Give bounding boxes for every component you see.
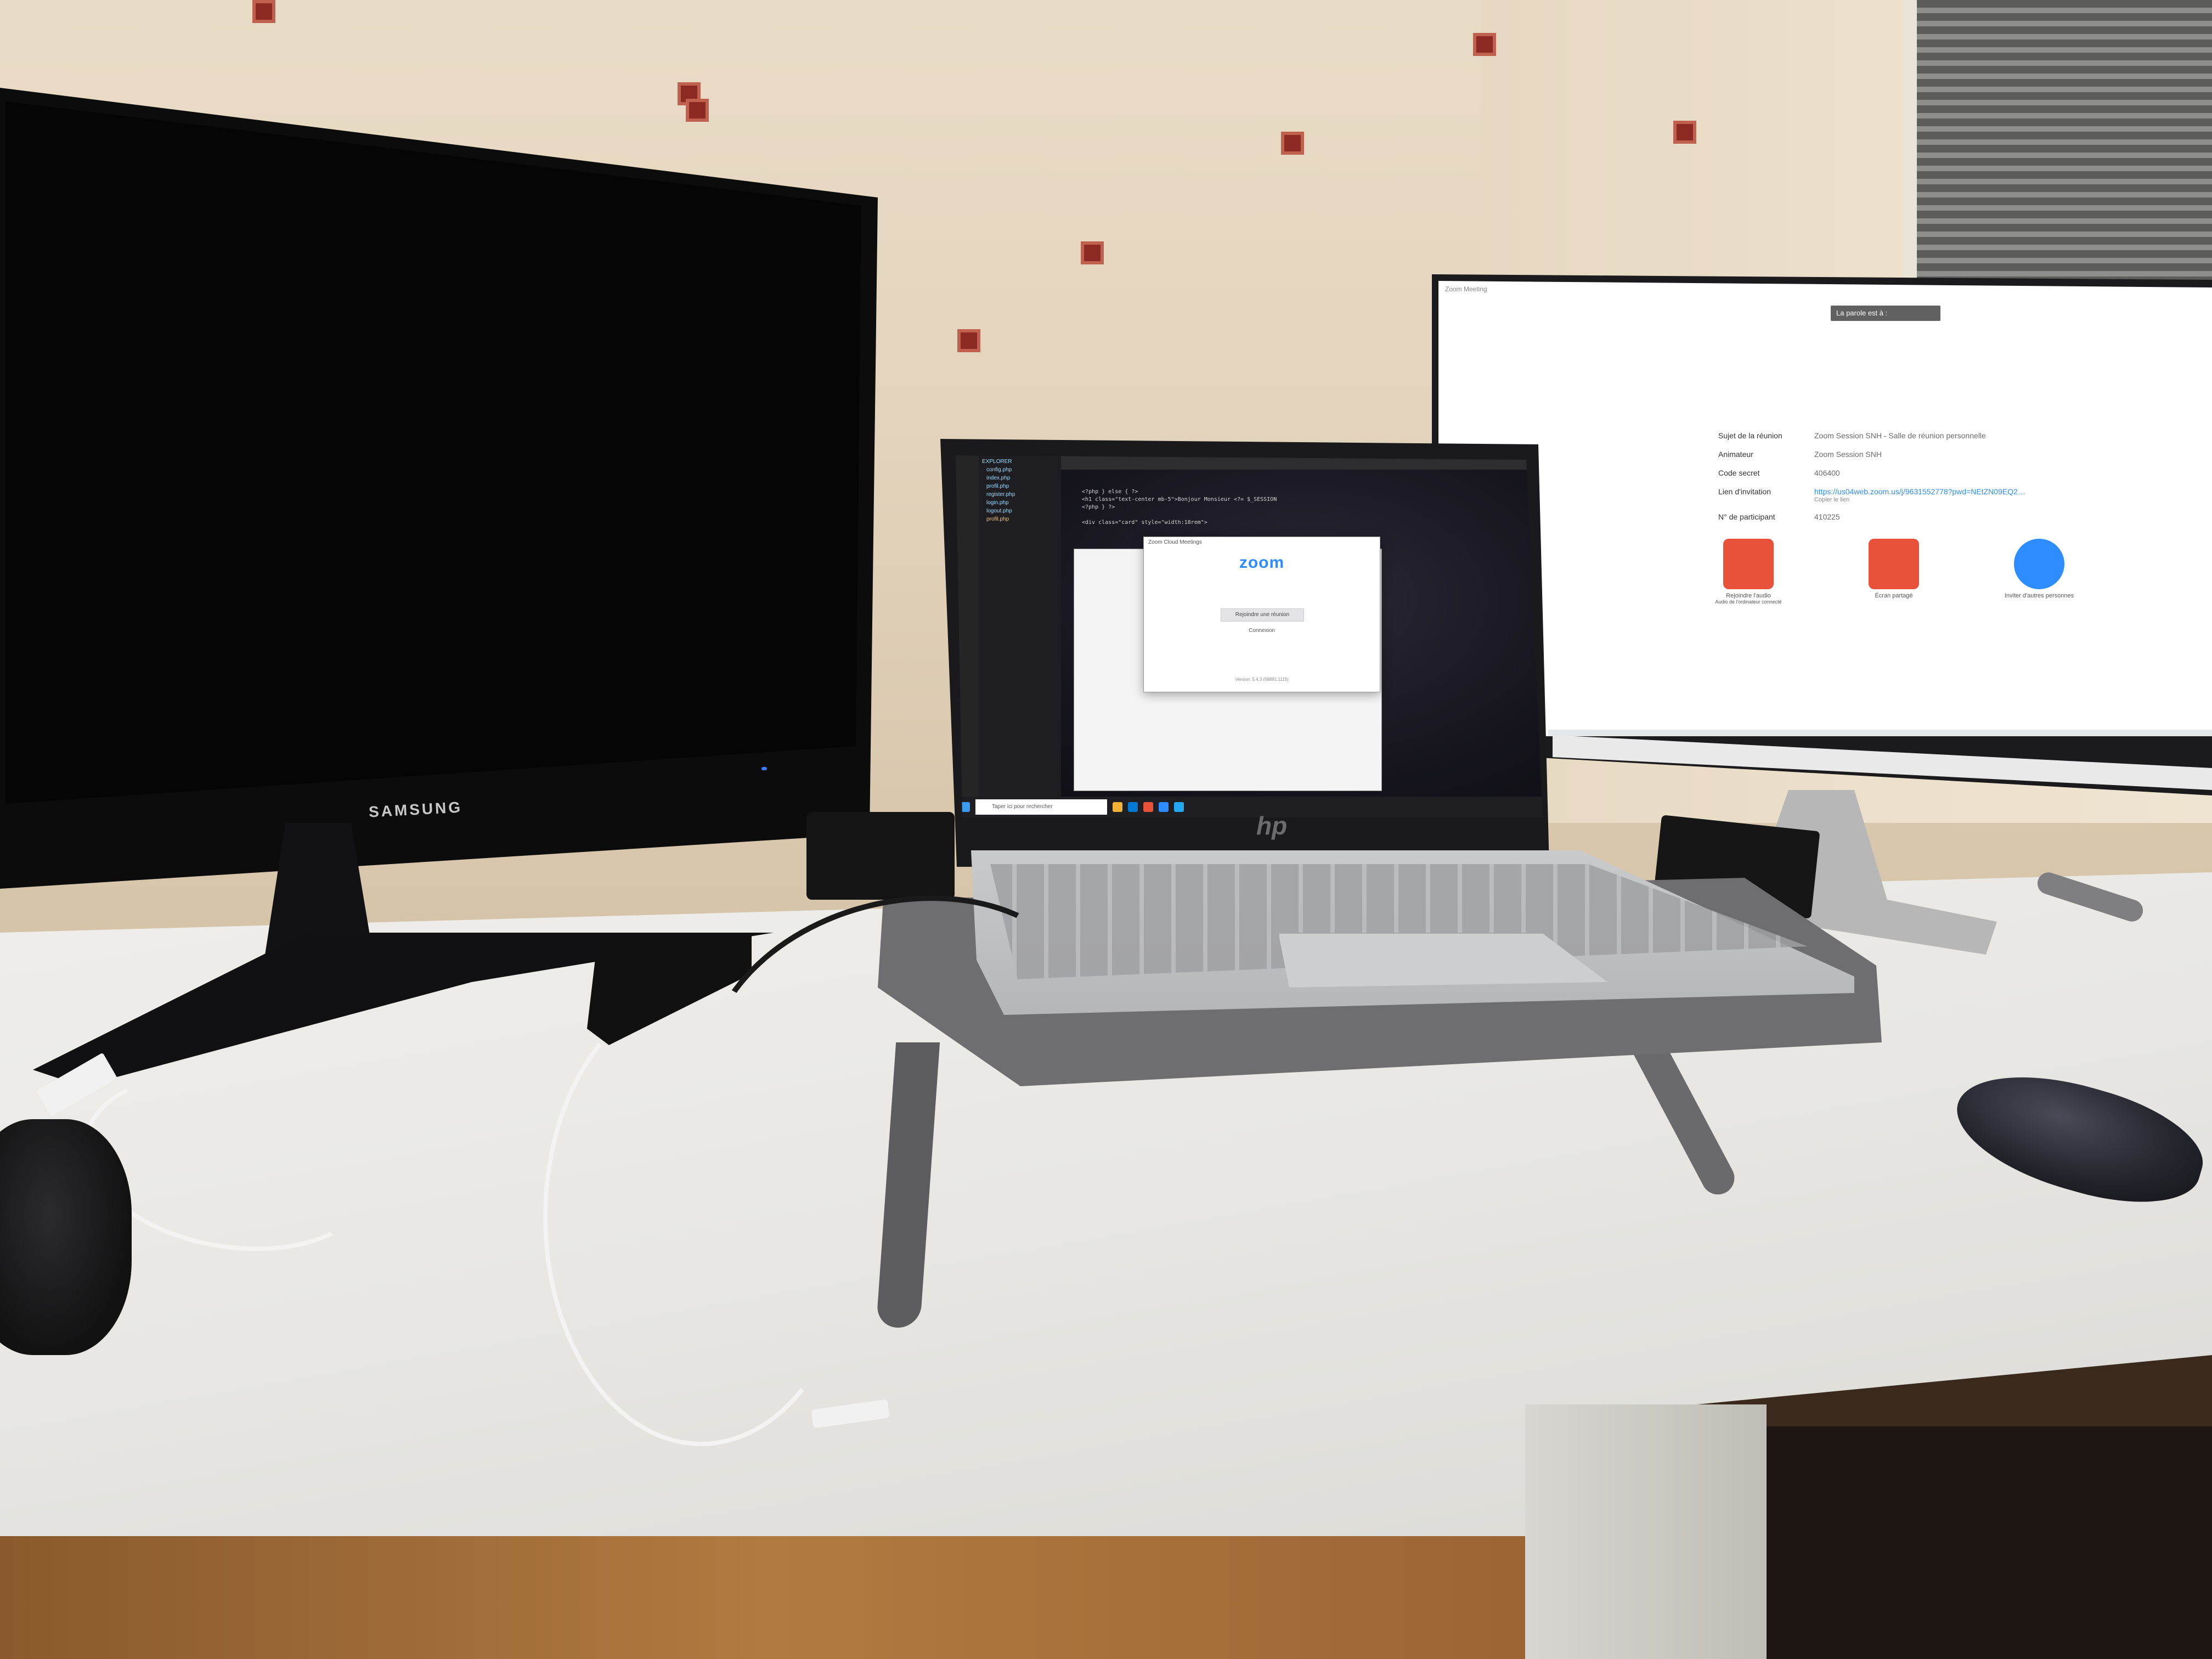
meeting-info-row: Sujet de la réunion Zoom Session SNH - S… [1718,426,2069,445]
headset-icon [1723,539,1774,589]
meeting-info-value: 410225 [1814,512,1840,521]
meeting-info-label: N° de participant [1718,512,1775,521]
vscode-file-explorer: EXPLORER config.php index.php profil.php… [979,455,1061,812]
join-audio-button[interactable]: Rejoindre l'audio Audio de l'ordinateur … [1702,539,1795,616]
tree-item[interactable]: register.php [979,489,1061,498]
sign-in-link[interactable]: Connexion [1144,628,1380,634]
meeting-info-value: 406400 [1814,469,1840,477]
copy-link-button[interactable]: Copier le lien [1814,496,2069,507]
zoom-window-title: Zoom Meeting [1445,285,1487,293]
samsung-monitor-screen-off [5,101,861,804]
wallpaper-motif [1281,132,1304,155]
taskbar-search-input[interactable]: Taper ici pour rechercher [975,799,1107,815]
tree-item[interactable]: profil.php [979,514,1061,522]
code-line: <?php } else { ?> [1082,489,1138,495]
meeting-info-label: Lien d'invitation [1718,487,1771,496]
invite-others-button[interactable]: Inviter d'autres personnes [1993,539,2086,616]
wallpaper-motif [1081,241,1104,264]
taskbar-app-icon[interactable] [1159,802,1169,812]
tree-item[interactable]: profil.php [979,481,1061,489]
tree-item[interactable]: config.php [979,465,1061,473]
taskbar-app-icon[interactable] [1113,802,1122,812]
white-lightning-cable [543,988,859,1446]
tree-item[interactable]: logout.php [979,506,1061,514]
meeting-info-label: Sujet de la réunion [1718,431,1782,440]
version-label: Version: 5.4.3 (58891.1115) [1235,677,1289,682]
wooden-floor [0,1536,1536,1659]
taskbar-app-icon[interactable] [1128,802,1138,812]
meeting-info-value: Zoom Session SNH - Salle de réunion pers… [1814,431,1986,440]
tree-item[interactable]: EXPLORER [979,455,1061,465]
tile-label: Rejoindre l'audio [1726,592,1771,599]
meeting-action-tiles: Rejoindre l'audio Audio de l'ordinateur … [1702,539,2086,616]
window-blind [1904,0,2212,280]
tile-label: Écran partagé [1875,592,1913,599]
share-screen-button[interactable]: Écran partagé [1847,539,1940,616]
wallpaper-motif [1473,33,1496,56]
invite-link[interactable]: https://us04web.zoom.us/j/9631552778?pwd… [1814,487,2025,496]
tree-item[interactable]: index.php [979,473,1061,481]
meeting-info-label: Code secret [1718,469,1760,477]
wallpaper-motif [957,329,980,352]
meeting-info-panel: Sujet de la réunion Zoom Session SNH - S… [1718,426,2069,526]
tile-label: Inviter d'autres personnes [2004,592,2074,599]
taskbar-app-icon[interactable] [1174,802,1184,812]
laptop-screen: EXPLORER config.php index.php profil.php… [956,455,1543,817]
join-meeting-button[interactable]: Rejoindre une réunion [1221,608,1304,622]
hp-monitor-screen: Zoom Meeting La parole est à : Sujet de … [1438,281,2212,736]
zoom-logo: zoom [1239,554,1285,572]
bluetooth-speaker [0,1119,132,1355]
rug [1767,1426,2212,1659]
desk-drawer-unit [1525,1404,1767,1659]
tile-sublabel: Audio de l'ordinateur connecté [1715,599,1782,605]
wallpaper-motif [1673,121,1696,144]
add-person-icon [2014,539,2064,589]
laptop-taskbar: Taper ici pour rechercher [956,797,1543,817]
zoom-launch-dialog: Zoom Cloud Meetings zoom Rejoindre une r… [1143,537,1380,692]
meeting-info-row: Animateur Zoom Session SNH [1718,445,2069,464]
power-led [761,767,767,770]
meeting-info-label: Animateur [1718,450,1753,459]
tree-item[interactable]: login.php [979,498,1061,506]
meeting-info-row: N° de participant 410225 [1718,507,2069,526]
taskbar-app-icon[interactable] [1143,802,1153,812]
speaker-indicator-bar: La parole est à : [1831,306,1940,321]
share-screen-icon [1869,539,1919,589]
wallpaper-motif [252,0,275,23]
code-line: <h1 class="text-center mb-5">Bonjour Mon… [1082,496,1277,503]
dialog-title: Zoom Cloud Meetings [1148,539,1202,545]
meeting-info-value: Zoom Session SNH [1814,450,1882,459]
hp-monitor-taskbar [1548,730,2212,736]
meeting-info-row: Code secret 406400 [1718,464,2069,482]
wallpaper-motif [686,99,709,122]
hp-logo: hp [1256,811,1288,840]
code-line: <?php } ?> [1082,504,1115,510]
laptop-power-adapter [806,812,955,900]
code-line: <div class="card" style="width:18rem"> [1082,520,1207,526]
